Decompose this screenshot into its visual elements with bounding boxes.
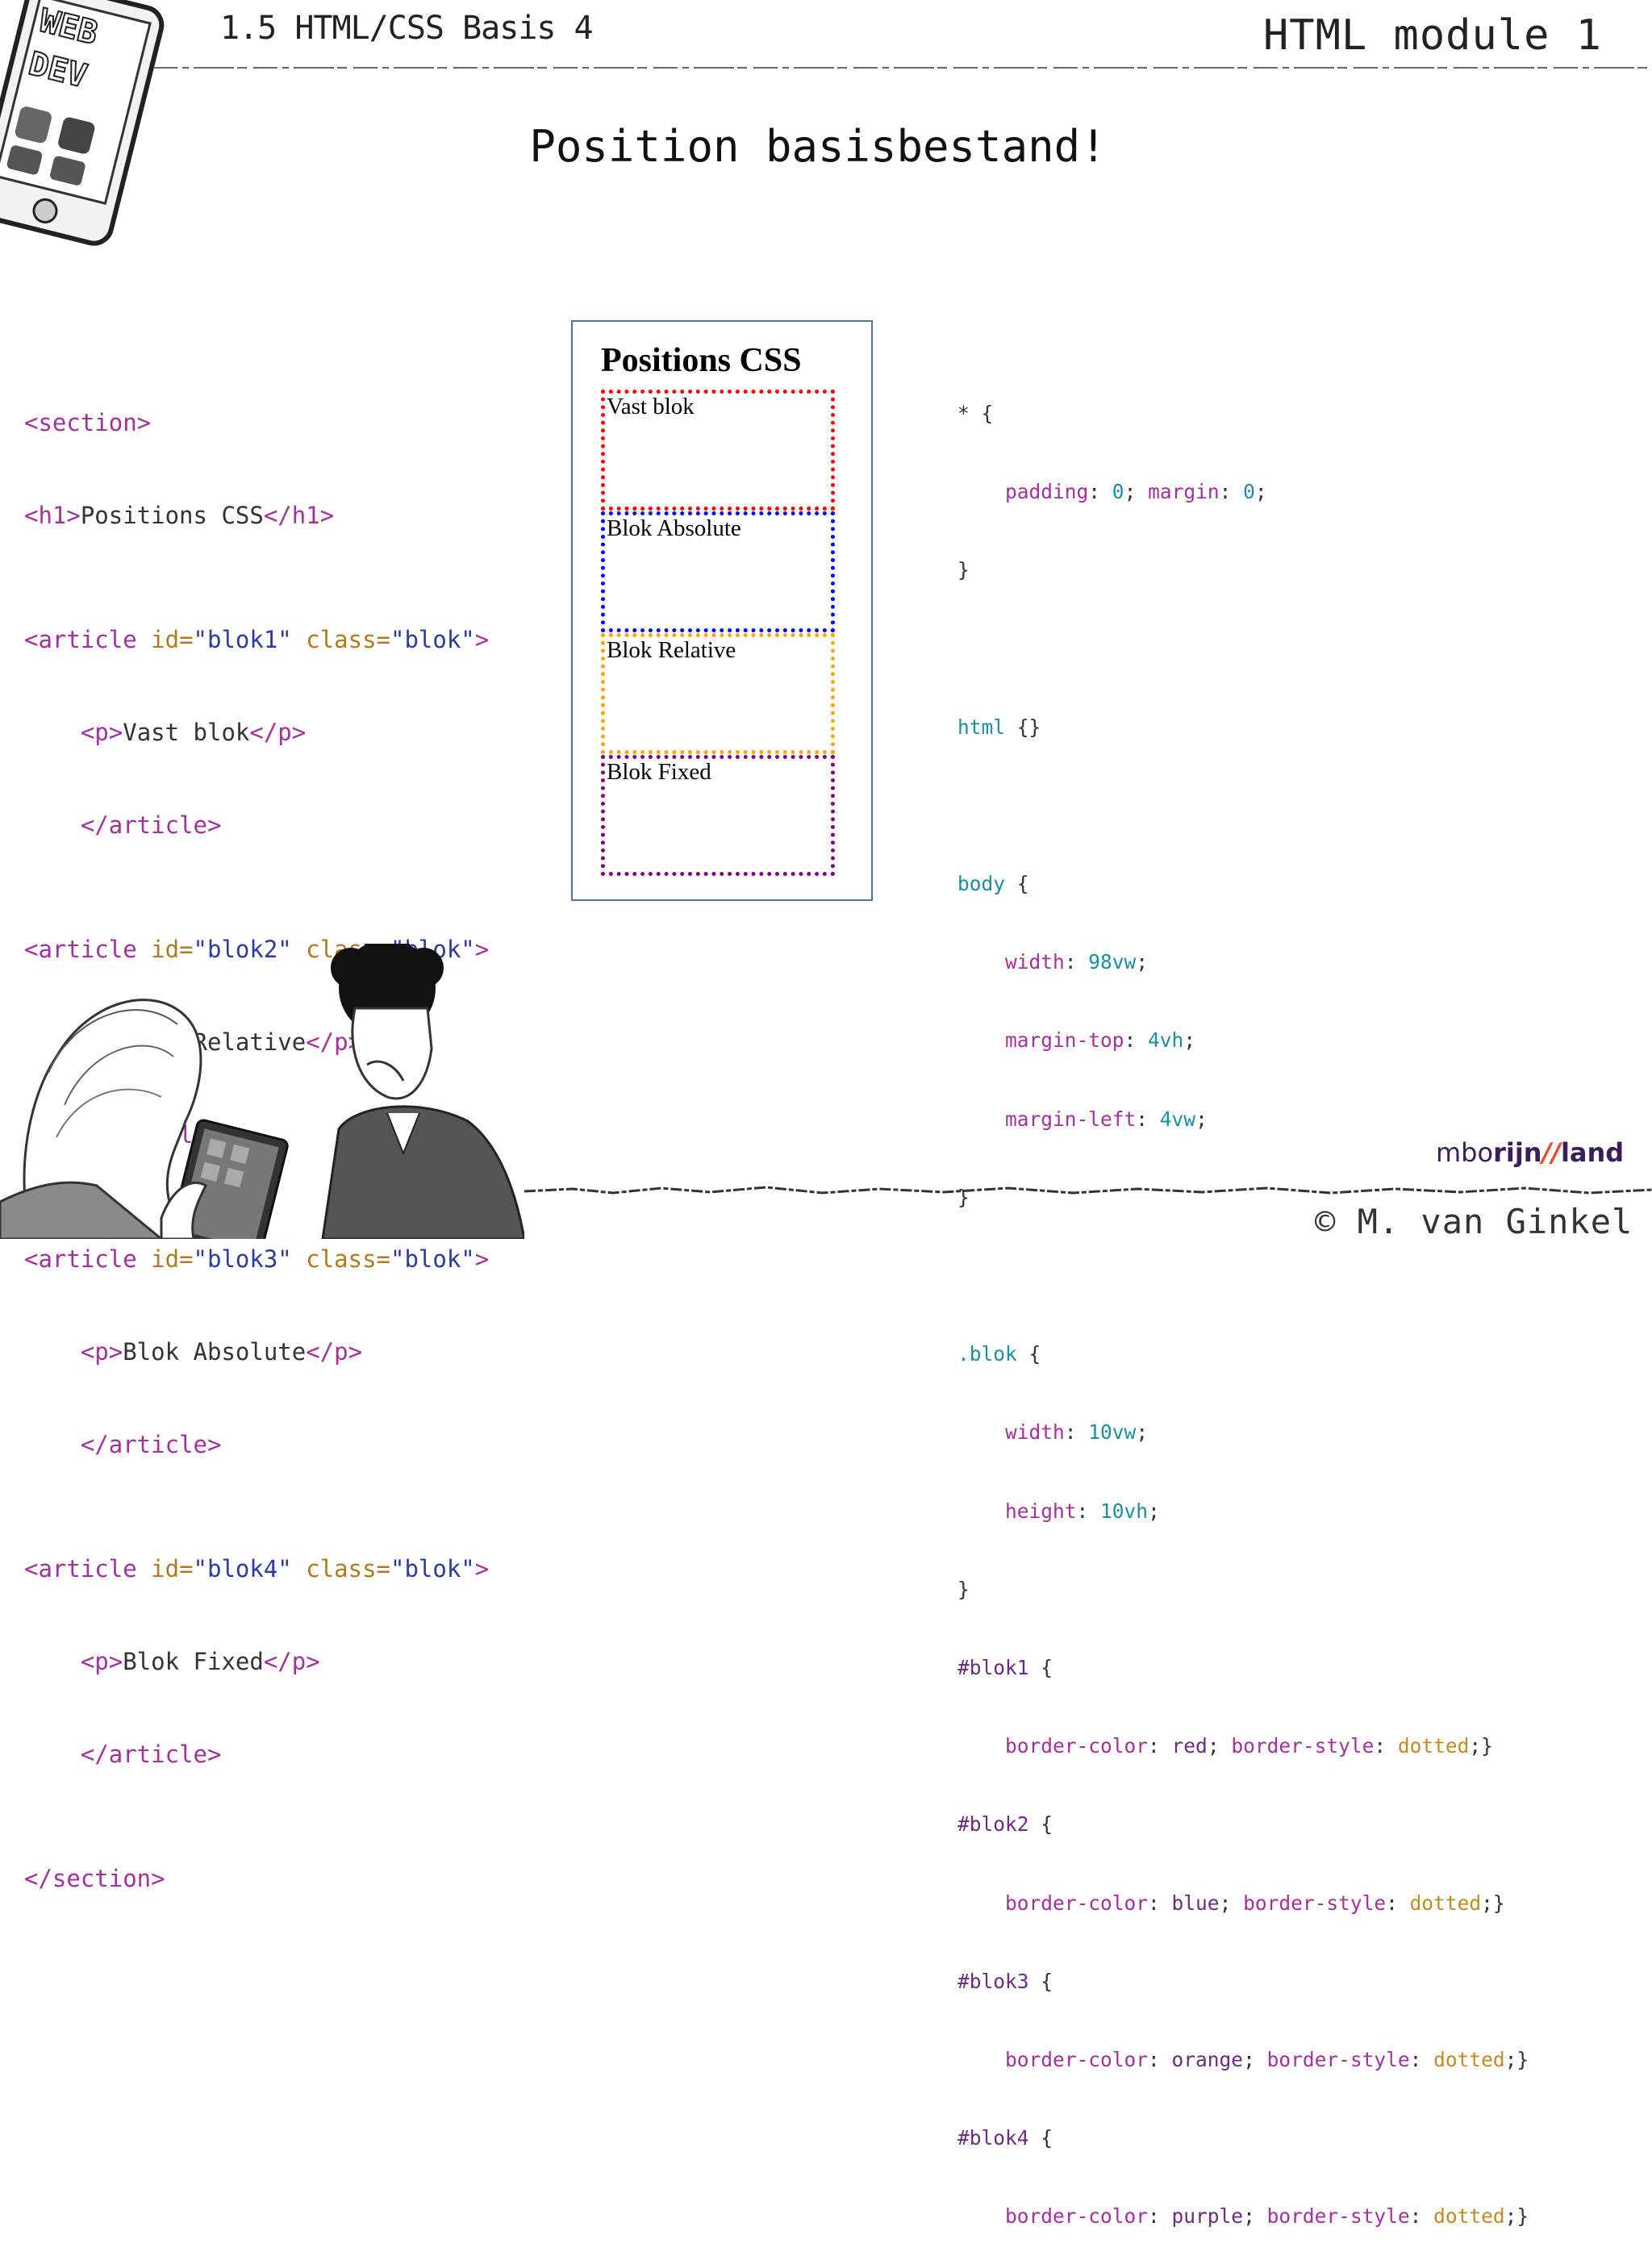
- preview-blok-4: Blok Fixed: [601, 755, 835, 876]
- code-line: padding: 0; margin: 0;: [1005, 480, 1267, 504]
- code-line: width: 98vw;: [1005, 950, 1149, 974]
- code-line: border-color: purple; border-style: dott…: [1005, 2204, 1529, 2229]
- code-line: border-color: orange; border-style: dott…: [1005, 2048, 1529, 2072]
- copyright-text: © M. van Ginkel: [1315, 1202, 1633, 1241]
- preview-blok-3: Blok Relative: [601, 633, 835, 754]
- code-line: #blok2 {: [957, 1812, 1053, 1837]
- code-line: }: [957, 558, 970, 582]
- preview-blok-label: Blok Fixed: [607, 759, 711, 785]
- mborijnland-logo: mborijn//land: [1436, 1137, 1625, 1168]
- code-line: </article>: [80, 1431, 222, 1459]
- preview-blok-2: Blok Absolute: [601, 511, 835, 632]
- code-line: <h1>Positions CSS</h1>: [24, 502, 335, 530]
- code-line: body {: [957, 872, 1029, 896]
- preview-blok-label: Blok Relative: [607, 637, 736, 663]
- code-line: #blok1 {: [957, 1656, 1053, 1680]
- code-line: </article>: [80, 811, 222, 840]
- code-line: .blok {: [957, 1342, 1041, 1366]
- browser-preview: Positions CSS Vast blok Blok Absolute Bl…: [571, 320, 873, 901]
- preview-blok-label: Vast blok: [607, 394, 695, 419]
- lesson-subtitle: 1.5 HTML/CSS Basis 4: [220, 10, 594, 47]
- code-line: border-color: blue; border-style: dotted…: [1005, 1891, 1505, 1915]
- code-line: border-color: red; border-style: dotted;…: [1005, 1734, 1493, 1758]
- people-illustration: [0, 944, 524, 1239]
- code-line: <p>Blok Fixed</p>: [80, 1647, 320, 1675]
- code-line: <p>Blok Absolute</p>: [80, 1337, 363, 1366]
- bottom-divider: [524, 1186, 1652, 1195]
- code-line: width: 10vw;: [1005, 1420, 1149, 1445]
- preview-blok-label: Blok Absolute: [607, 515, 741, 541]
- code-line: <article id="blok1" class="blok">: [24, 625, 490, 653]
- code-line: html {}: [957, 715, 1041, 739]
- code-line: height: 10vh;: [1005, 1499, 1160, 1523]
- css-code-listing: * { padding: 0; margin: 0; } html {} bod…: [957, 348, 1529, 2256]
- top-divider: [153, 67, 1652, 69]
- code-line: }: [957, 1577, 970, 1601]
- code-line: </section>: [24, 1864, 165, 1892]
- code-line: #blok3 {: [957, 1969, 1053, 1993]
- code-line: * {: [957, 401, 994, 425]
- code-line: margin-left: 4vw;: [1005, 1107, 1208, 1131]
- code-line: <section>: [24, 408, 152, 436]
- code-line: <article id="blok3" class="blok">: [24, 1245, 490, 1273]
- code-line: <p>Vast blok</p>: [80, 718, 307, 746]
- code-line: </article>: [80, 1741, 222, 1769]
- preview-blok-1: Vast blok: [601, 390, 835, 511]
- code-line: #blok4 {: [957, 2126, 1053, 2150]
- preview-heading: Positions CSS: [601, 342, 802, 379]
- code-line: margin-top: 4vh;: [1005, 1028, 1196, 1053]
- module-title: HTML module 1: [1263, 11, 1602, 60]
- code-line: <article id="blok4" class="blok">: [24, 1554, 490, 1583]
- page-title: Position basisbestand!: [529, 121, 1107, 172]
